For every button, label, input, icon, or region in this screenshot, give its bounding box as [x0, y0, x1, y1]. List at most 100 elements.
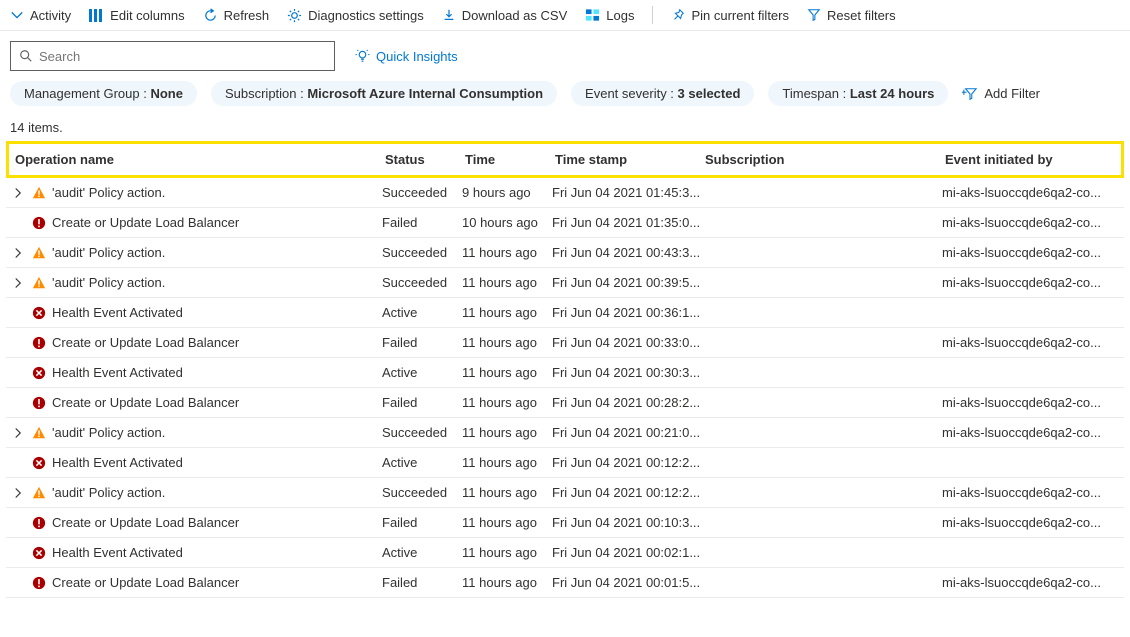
- table-row[interactable]: 'audit' Policy action.Succeeded11 hours …: [6, 268, 1124, 298]
- search-box[interactable]: [10, 41, 335, 71]
- cell-operation: Create or Update Load Balancer: [12, 575, 382, 590]
- cell-initiated: mi-aks-lsuoccqde6qa2-co...: [942, 425, 1122, 440]
- close-status-icon: [32, 366, 46, 380]
- cell-time: 11 hours ago: [462, 335, 552, 350]
- col-status[interactable]: Status: [385, 152, 465, 167]
- add-filter-button[interactable]: Add Filter: [962, 86, 1040, 101]
- cell-status: Active: [382, 305, 462, 320]
- table-row[interactable]: Create or Update Load BalancerFailed11 h…: [6, 508, 1124, 538]
- cell-time: 11 hours ago: [462, 305, 552, 320]
- cell-operation: 'audit' Policy action.: [12, 485, 382, 500]
- cell-initiated: mi-aks-lsuoccqde6qa2-co...: [942, 275, 1122, 290]
- table-row[interactable]: 'audit' Policy action.Succeeded11 hours …: [6, 238, 1124, 268]
- cell-status: Succeeded: [382, 485, 462, 500]
- expand-chevron-icon[interactable]: [12, 247, 26, 259]
- table-row[interactable]: Create or Update Load BalancerFailed11 h…: [6, 388, 1124, 418]
- col-initiated[interactable]: Event initiated by: [945, 152, 1125, 167]
- cell-time: 11 hours ago: [462, 575, 552, 590]
- table-row[interactable]: Health Event ActivatedActive11 hours ago…: [6, 448, 1124, 478]
- cell-time: 11 hours ago: [462, 275, 552, 290]
- expand-chevron-icon[interactable]: [12, 187, 26, 199]
- operation-name: Create or Update Load Balancer: [52, 335, 239, 350]
- expand-chevron-icon[interactable]: [12, 487, 26, 499]
- refresh-label: Refresh: [224, 8, 270, 23]
- operation-name: 'audit' Policy action.: [52, 245, 165, 260]
- edit-columns-button[interactable]: Edit columns: [89, 8, 184, 23]
- gear-icon: [287, 8, 302, 23]
- reset-filters-button[interactable]: Reset filters: [807, 8, 896, 23]
- diagnostics-label: Diagnostics settings: [308, 8, 424, 23]
- cell-timestamp: Fri Jun 04 2021 00:43:3...: [552, 245, 702, 260]
- warning-status-icon: [32, 246, 46, 260]
- table-row[interactable]: 'audit' Policy action.Succeeded11 hours …: [6, 418, 1124, 448]
- quick-insights-button[interactable]: Quick Insights: [355, 49, 458, 64]
- filter-pill-timespan[interactable]: Timespan : Last 24 hours: [768, 81, 948, 106]
- operation-name: 'audit' Policy action.: [52, 485, 165, 500]
- cell-status: Succeeded: [382, 275, 462, 290]
- table-row[interactable]: Health Event ActivatedActive11 hours ago…: [6, 538, 1124, 568]
- cell-timestamp: Fri Jun 04 2021 00:01:5...: [552, 575, 702, 590]
- diagnostics-button[interactable]: Diagnostics settings: [287, 8, 424, 23]
- warning-status-icon: [32, 486, 46, 500]
- operation-name: 'audit' Policy action.: [52, 425, 165, 440]
- separator: [652, 6, 653, 24]
- cell-operation: Create or Update Load Balancer: [12, 395, 382, 410]
- cell-time: 9 hours ago: [462, 185, 552, 200]
- download-label: Download as CSV: [462, 8, 568, 23]
- edit-columns-label: Edit columns: [110, 8, 184, 23]
- col-time[interactable]: Time: [465, 152, 555, 167]
- table-row[interactable]: Create or Update Load BalancerFailed11 h…: [6, 328, 1124, 358]
- col-timestamp[interactable]: Time stamp: [555, 152, 705, 167]
- cell-operation: Create or Update Load Balancer: [12, 515, 382, 530]
- cell-timestamp: Fri Jun 04 2021 00:30:3...: [552, 365, 702, 380]
- download-button[interactable]: Download as CSV: [442, 8, 568, 23]
- filters-row: Management Group : None Subscription : M…: [0, 77, 1130, 116]
- cell-operation: 'audit' Policy action.: [12, 185, 382, 200]
- table-row[interactable]: 'audit' Policy action.Succeeded11 hours …: [6, 478, 1124, 508]
- table-row[interactable]: Health Event ActivatedActive11 hours ago…: [6, 358, 1124, 388]
- table-header: Operation name Status Time Time stamp Su…: [6, 141, 1124, 178]
- cell-operation: Health Event Activated: [12, 545, 382, 560]
- logs-button[interactable]: Logs: [585, 8, 634, 23]
- cell-initiated: mi-aks-lsuoccqde6qa2-co...: [942, 485, 1122, 500]
- table-row[interactable]: Health Event Activated Active11 hours ago…: [6, 298, 1124, 328]
- operation-name: Create or Update Load Balancer: [52, 215, 239, 230]
- cell-operation: Create or Update Load Balancer: [12, 335, 382, 350]
- filter-pill-severity[interactable]: Event severity : 3 selected: [571, 81, 754, 106]
- expand-chevron-icon[interactable]: [12, 427, 26, 439]
- expand-chevron-icon[interactable]: [12, 277, 26, 289]
- error-status-icon: [32, 336, 46, 350]
- operation-name: Health Event Activated: [52, 305, 183, 320]
- col-operation[interactable]: Operation name: [15, 152, 385, 167]
- cell-status: Failed: [382, 515, 462, 530]
- quick-insights-label: Quick Insights: [376, 49, 458, 64]
- cell-time: 10 hours ago: [462, 215, 552, 230]
- toolbar: Activity Edit columns Refresh Diagnostic…: [0, 0, 1130, 31]
- table-row[interactable]: Create or Update Load BalancerFailed11 h…: [6, 568, 1124, 598]
- cell-timestamp: Fri Jun 04 2021 00:12:2...: [552, 455, 702, 470]
- activity-button[interactable]: Activity: [10, 8, 71, 23]
- cell-status: Active: [382, 365, 462, 380]
- operation-name: Health Event Activated: [52, 455, 183, 470]
- cell-status: Succeeded: [382, 425, 462, 440]
- col-subscription[interactable]: Subscription: [705, 152, 945, 167]
- cell-time: 11 hours ago: [462, 395, 552, 410]
- operation-name: Health Event Activated: [52, 365, 183, 380]
- table-row[interactable]: Create or Update Load BalancerFailed10 h…: [6, 208, 1124, 238]
- cell-operation: 'audit' Policy action.: [12, 245, 382, 260]
- cell-operation: Health Event Activated: [12, 455, 382, 470]
- search-input[interactable]: [39, 49, 326, 64]
- error-status-icon: [32, 516, 46, 530]
- pin-filters-button[interactable]: Pin current filters: [671, 8, 789, 23]
- table-row[interactable]: 'audit' Policy action.Succeeded9 hours a…: [6, 178, 1124, 208]
- filter-pill-management-group[interactable]: Management Group : None: [10, 81, 197, 106]
- filter-pill-subscription[interactable]: Subscription : Microsoft Azure Internal …: [211, 81, 557, 106]
- refresh-icon: [203, 8, 218, 23]
- cell-timestamp: Fri Jun 04 2021 00:39:5...: [552, 275, 702, 290]
- warning-status-icon: [32, 276, 46, 290]
- cell-operation: Health Event Activated: [12, 365, 382, 380]
- operation-name: Create or Update Load Balancer: [52, 575, 239, 590]
- refresh-button[interactable]: Refresh: [203, 8, 270, 23]
- search-icon: [19, 49, 33, 63]
- activity-log-table: Operation name Status Time Time stamp Su…: [0, 141, 1130, 598]
